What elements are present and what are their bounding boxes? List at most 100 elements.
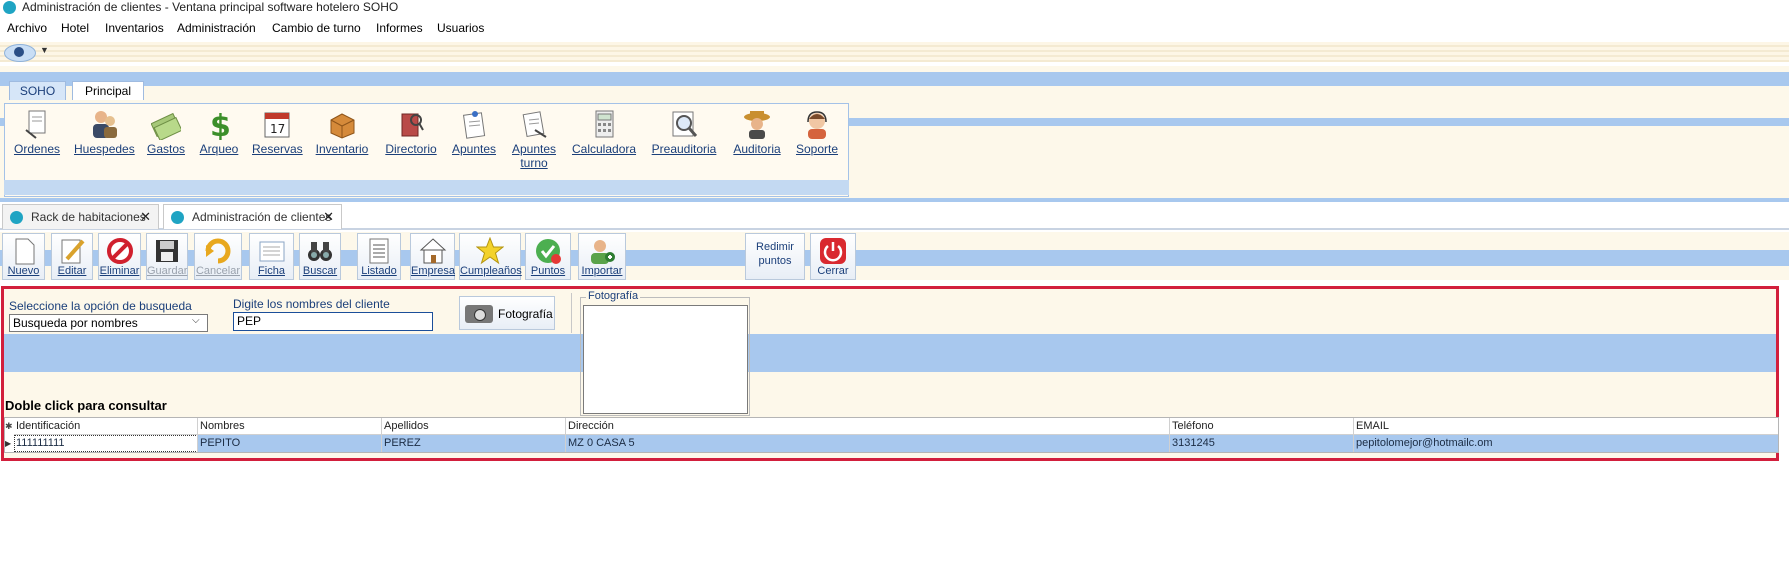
ficha-label: Ficha: [258, 265, 285, 277]
menu-archivo[interactable]: Archivo: [7, 21, 47, 35]
search-option-label: Seleccione la opción de busqueda: [9, 299, 192, 313]
table-cell[interactable]: pepitolomejor@hotmailc.om: [1354, 435, 1778, 452]
table-cell[interactable]: 111111111: [14, 435, 198, 452]
redimir-puntos-button[interactable]: Redimir puntos: [745, 233, 805, 280]
tab-administracion-de-clientes[interactable]: Administración de clientes ✕: [163, 204, 342, 229]
menu-usuarios[interactable]: Usuarios: [437, 21, 484, 35]
table-cell[interactable]: MZ 0 CASA 5: [566, 435, 1170, 452]
nuevo-label: Nuevo: [7, 265, 40, 277]
cancelar-button[interactable]: Cancelar: [194, 233, 242, 280]
ribbon-reservas-button[interactable]: 17 Reservas: [252, 108, 303, 156]
close-icon[interactable]: ✕: [140, 205, 151, 229]
svg-text:17: 17: [270, 122, 285, 136]
column-header-apellidos[interactable]: Apellidos: [382, 418, 566, 435]
column-header-direccion[interactable]: Dirección: [566, 418, 1170, 435]
eliminar-button[interactable]: Eliminar: [98, 233, 141, 280]
svg-text:$: $: [210, 109, 231, 140]
empresa-button[interactable]: Empresa: [410, 233, 455, 280]
ribbon-tab-soho[interactable]: SOHO: [9, 81, 66, 100]
ribbon-directorio-button[interactable]: Directorio: [382, 108, 440, 156]
column-header-email[interactable]: EMAIL: [1354, 418, 1778, 435]
ribbon-calculadora-button[interactable]: Calculadora: [572, 108, 636, 156]
ribbon-gastos-button[interactable]: Gastos: [144, 108, 188, 156]
table-cell[interactable]: 3131245: [1170, 435, 1354, 452]
audit-detective-icon: [742, 108, 772, 140]
menu-administracion[interactable]: Administración: [177, 21, 256, 35]
save-floppy-icon: [153, 237, 181, 265]
photo-button[interactable]: Fotografía: [459, 296, 555, 330]
double-click-hint: Doble click para consultar: [5, 398, 167, 413]
puntos-button[interactable]: Puntos: [525, 233, 571, 280]
card-form-icon: [258, 237, 286, 265]
ribbon-preauditoria-label: Preauditoria: [651, 142, 717, 156]
tab-admin-label: Administración de clientes: [192, 210, 332, 224]
inventory-box-icon: [327, 108, 357, 140]
ribbon-preauditoria-button[interactable]: Preauditoria: [651, 108, 717, 156]
ribbon-soporte-label: Soporte: [795, 142, 839, 156]
ribbon-auditoria-button[interactable]: Auditoria: [730, 108, 784, 156]
ribbon-tab-principal[interactable]: Principal: [72, 81, 144, 100]
photo-button-label: Fotografía: [498, 307, 553, 321]
cancel-undo-icon: [204, 237, 232, 265]
app-logo-icon: [10, 211, 23, 224]
search-panel-background: [4, 372, 1776, 414]
empresa-label: Empresa: [411, 265, 456, 277]
ribbon-apuntes-turno-button[interactable]: Apuntes turno: [508, 108, 560, 170]
client-names-input[interactable]: PEP: [233, 312, 433, 331]
eye-pupil-icon: [14, 47, 24, 57]
current-row-indicator-icon: ▶: [5, 439, 12, 448]
import-user-icon: [588, 237, 616, 265]
menu-inventarios[interactable]: Inventarios: [105, 21, 164, 35]
table-cell[interactable]: PEPITO: [198, 435, 382, 452]
delete-no-icon: [106, 237, 134, 265]
cerrar-button[interactable]: Cerrar: [810, 233, 856, 280]
guardar-label: Guardar: [147, 265, 188, 277]
cumpleanos-button[interactable]: Cumpleaños: [459, 233, 522, 280]
quick-access-dropdown-icon[interactable]: ▼: [40, 45, 49, 55]
menu-cambio-de-turno[interactable]: Cambio de turno: [272, 21, 361, 35]
nuevo-button[interactable]: Nuevo: [2, 233, 45, 280]
ribbon-inventario-label: Inventario: [315, 142, 369, 156]
new-document-icon: [10, 237, 38, 265]
ribbon-tab-strip: [0, 72, 1789, 86]
cumpleanos-label: Cumpleaños: [460, 265, 522, 277]
binoculars-icon: [306, 237, 334, 265]
search-option-select[interactable]: Busqueda por nombres: [9, 314, 208, 332]
ribbon-ordenes-button[interactable]: Ordenes: [13, 108, 61, 156]
column-header-identificacion[interactable]: Identificación: [14, 418, 198, 435]
buscar-button[interactable]: Buscar: [299, 233, 341, 280]
guardar-button[interactable]: Guardar: [146, 233, 188, 280]
new-row-indicator-icon: ✱: [5, 421, 13, 431]
ribbon-apuntes-label: Apuntes: [451, 142, 497, 156]
listado-button[interactable]: Listado: [357, 233, 401, 280]
column-header-telefono[interactable]: Teléfono: [1170, 418, 1354, 435]
ribbon-inventario-button[interactable]: Inventario: [313, 108, 371, 156]
ribbon-calculadora-label: Calculadora: [572, 142, 637, 156]
app-logo-icon: [171, 211, 184, 224]
ficha-button[interactable]: Ficha: [249, 233, 294, 280]
ribbon-apuntes-button[interactable]: Apuntes: [449, 108, 499, 156]
points-icon: [534, 237, 562, 265]
close-icon[interactable]: ✕: [323, 205, 334, 229]
column-header-nombres[interactable]: Nombres: [198, 418, 382, 435]
search-panel-stripe: [4, 334, 1776, 372]
divider: [571, 293, 572, 333]
menu-informes[interactable]: Informes: [376, 21, 423, 35]
editar-button[interactable]: Editar: [51, 233, 93, 280]
table-cell[interactable]: PEREZ: [382, 435, 566, 452]
power-off-icon: [819, 237, 847, 265]
chevron-down-icon[interactable]: ⌵: [192, 315, 200, 326]
menu-hotel[interactable]: Hotel: [61, 21, 89, 35]
preaudit-magnifier-icon: [669, 108, 699, 140]
ribbon-huespedes-button[interactable]: Huespedes: [74, 108, 135, 156]
cerrar-label: Cerrar: [817, 265, 849, 277]
ribbon-gastos-label: Gastos: [146, 142, 185, 156]
ribbon-arqueo-button[interactable]: $ Arqueo: [197, 108, 241, 156]
eliminar-label: Eliminar: [99, 265, 140, 277]
tab-rack-de-habitaciones[interactable]: Rack de habitaciones ✕: [2, 204, 159, 229]
importar-button[interactable]: Importar: [578, 233, 626, 280]
ribbon-huespedes-label: Huespedes: [74, 142, 135, 156]
photo-group-title: Fotografía: [586, 290, 641, 302]
tab-rack-label: Rack de habitaciones: [31, 210, 146, 224]
ribbon-soporte-button[interactable]: Soporte: [795, 108, 839, 156]
